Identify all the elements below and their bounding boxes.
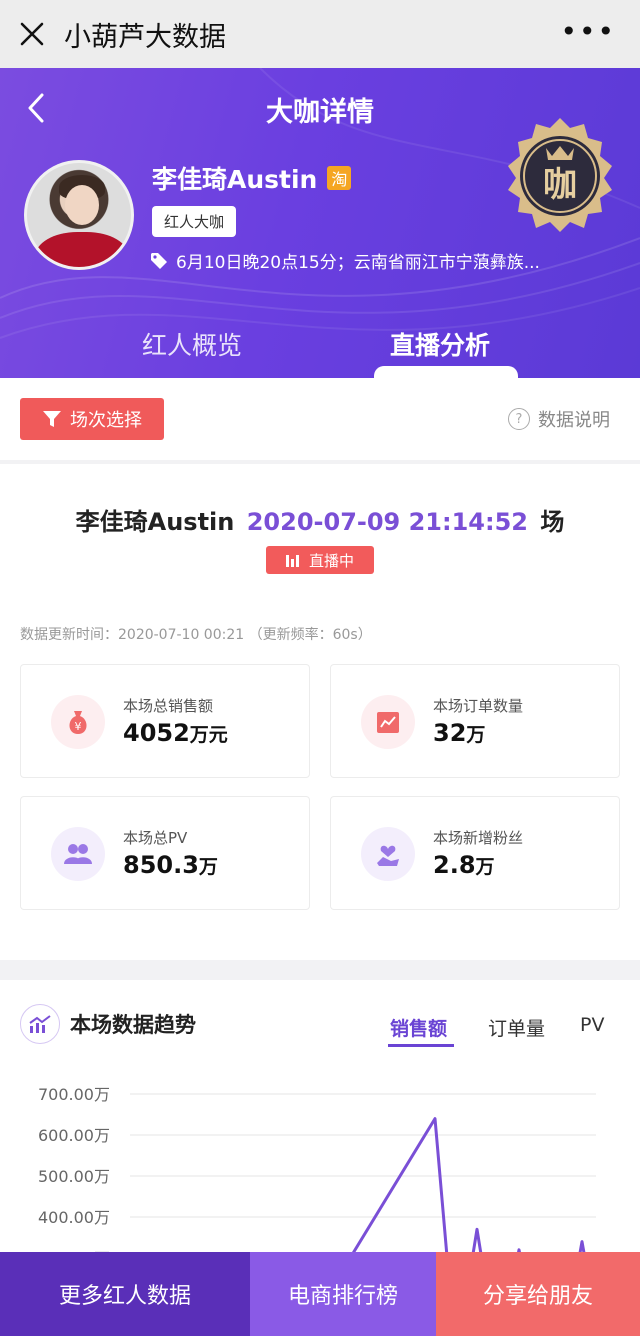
wechat-title-bar: 小葫芦大数据 ••• (0, 0, 640, 68)
close-button[interactable] (0, 0, 64, 68)
stat-card-sales: ¥ 本场总销售额 4052万元 (20, 664, 310, 778)
session-card: 李佳琦Austin 2020-07-09 21:14:52 场 直播中 数据更新… (0, 464, 640, 960)
info-text: 6月10日晚20点15分；云南省丽江市宁蒗彝族... (176, 253, 540, 273)
tab-pv[interactable]: PV (580, 1014, 604, 1036)
trend-tab-underline (388, 1044, 454, 1047)
stat-card-orders: 本场订单数量 32万 (330, 664, 620, 778)
session-suffix: 场 (540, 508, 565, 536)
share-button[interactable]: 分享给朋友 (436, 1252, 640, 1336)
tab-sales[interactable]: 销售额 (390, 1014, 447, 1041)
close-icon (20, 22, 44, 46)
medal-char: 咖 (543, 165, 577, 205)
info-row: 6月10日晚20点15分；云南省丽江市宁蒗彝族... (150, 248, 610, 273)
session-select-button[interactable]: 场次选择 (20, 398, 164, 440)
session-name: 李佳琦Austin (75, 508, 235, 536)
medal-badge-icon: 咖 (508, 118, 612, 232)
filter-icon (43, 411, 61, 427)
y-tick-label: 600.00万 (38, 1126, 110, 1145)
data-help-link[interactable]: ? 数据说明 (508, 406, 610, 432)
live-status-badge: 直播中 (266, 546, 374, 574)
taobao-badge-icon: 淘 (327, 166, 352, 190)
y-tick-label: 500.00万 (38, 1167, 110, 1186)
stat-label: 本场总PV (123, 829, 188, 847)
y-tick-label: 400.00万 (38, 1208, 110, 1227)
level-tag: 红人大咖 (152, 206, 237, 237)
filter-row: 场次选择 ? 数据说明 (0, 378, 640, 460)
live-bars-icon (285, 553, 301, 567)
svg-text:¥: ¥ (75, 720, 82, 733)
stat-card-fans: 本场新增粉丝 2.8万 (330, 796, 620, 910)
heart-hand-icon (361, 827, 415, 881)
trend-title: 本场数据趋势 (70, 1013, 196, 1037)
trend-chart-icon (20, 1004, 60, 1044)
tab-orders[interactable]: 订单量 (488, 1014, 545, 1041)
users-icon (51, 827, 105, 881)
avatar (24, 160, 134, 270)
stat-label: 本场新增粉丝 (433, 829, 524, 847)
stat-label: 本场订单数量 (433, 697, 524, 715)
session-select-label: 场次选择 (70, 410, 142, 431)
trend-header: 本场数据趋势 (20, 1004, 196, 1044)
profile-tabs: 红人概览 直播分析 (0, 318, 640, 378)
ecommerce-ranking-button[interactable]: 电商排行榜 (250, 1252, 436, 1336)
name-row: 李佳琦Austin 淘 (152, 160, 352, 196)
money-bag-icon: ¥ (51, 695, 105, 749)
stat-value: 32万 (433, 719, 486, 747)
tab-overview[interactable]: 红人概览 (142, 326, 242, 362)
question-icon: ? (508, 408, 530, 430)
stat-value: 4052万元 (123, 719, 228, 747)
more-influencers-button[interactable]: 更多红人数据 (0, 1252, 250, 1336)
data-help-label: 数据说明 (538, 410, 610, 431)
live-status-label: 直播中 (308, 551, 354, 570)
session-datetime: 2020-07-09 21:14:52 (246, 508, 528, 536)
stat-value: 850.3万 (123, 851, 218, 879)
session-title: 李佳琦Austin 2020-07-09 21:14:52 场 (0, 502, 640, 537)
tab-live-analysis[interactable]: 直播分析 (390, 326, 490, 362)
more-menu-button[interactable]: ••• (560, 18, 616, 46)
stat-value: 2.8万 (433, 851, 495, 879)
active-tab-indicator (374, 366, 518, 378)
profile-header: 大咖详情 李佳琦Austin 淘 红人大咖 6月10日晚20点15分；云南省丽江… (0, 68, 640, 378)
y-tick-label: 700.00万 (38, 1085, 110, 1104)
order-chart-icon (361, 695, 415, 749)
app-title: 小葫芦大数据 (64, 21, 226, 53)
influencer-name: 李佳琦Austin (152, 165, 318, 194)
tag-icon (151, 252, 167, 269)
update-time: 数据更新时间：2020-07-10 00:21 （更新频率：60s） (20, 627, 372, 643)
bottom-action-bar: 更多红人数据 电商排行榜 分享给朋友 (0, 1252, 640, 1336)
stat-label: 本场总销售额 (123, 697, 214, 715)
stat-card-pv: 本场总PV 850.3万 (20, 796, 310, 910)
